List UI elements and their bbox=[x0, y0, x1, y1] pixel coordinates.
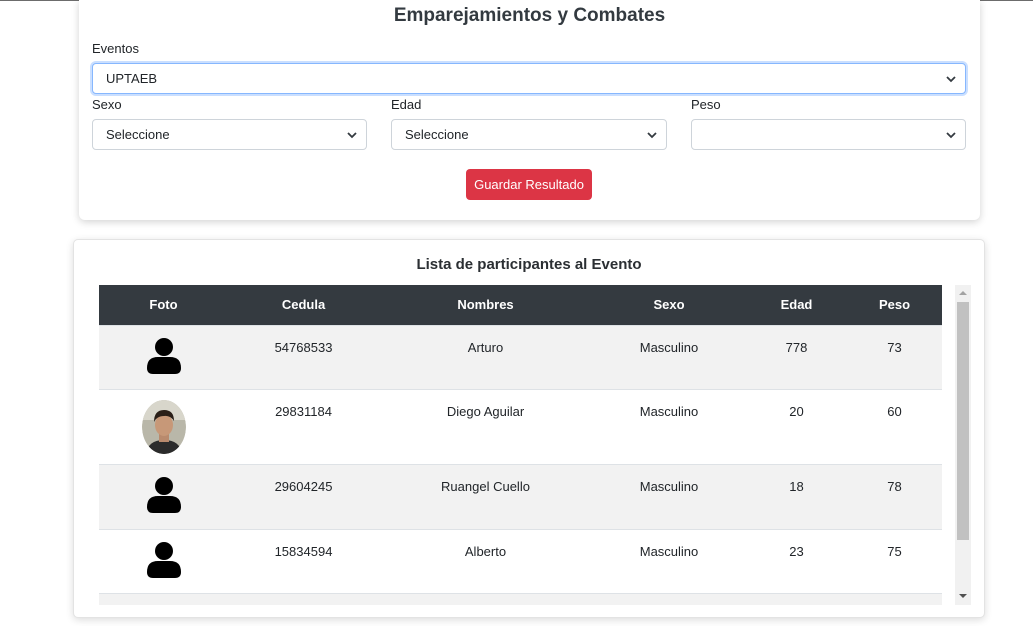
sexo-cell: Masculino bbox=[592, 324, 746, 389]
foto-cell bbox=[99, 324, 228, 389]
table-row[interactable] bbox=[99, 592, 942, 605]
column-header-peso: Peso bbox=[847, 285, 942, 325]
sexo-cell: Masculino bbox=[592, 463, 746, 529]
save-result-button[interactable]: Guardar Resultado bbox=[466, 169, 592, 200]
scroll-down-icon[interactable] bbox=[959, 592, 967, 600]
cedula-cell: 15834594 bbox=[228, 528, 379, 593]
table-header-row: Foto Cedula Nombres Sexo Edad Peso bbox=[99, 285, 942, 325]
chevron-down-icon bbox=[647, 132, 657, 139]
peso-cell: 78 bbox=[847, 463, 942, 529]
nombre-cell: Ruangel Cuello bbox=[379, 463, 592, 529]
eventos-label: Eventos bbox=[92, 41, 139, 56]
user-icon bbox=[146, 337, 181, 374]
column-header-foto: Foto bbox=[99, 285, 228, 325]
edad-cell: 778 bbox=[746, 324, 847, 389]
edad-select-value: Seleccione bbox=[405, 127, 469, 142]
peso-label: Peso bbox=[691, 97, 721, 112]
cedula-cell: 54768533 bbox=[228, 324, 379, 389]
edad-select[interactable]: Seleccione bbox=[391, 119, 667, 150]
cedula-cell: 29604245 bbox=[228, 463, 379, 529]
participants-table-container[interactable]: Foto Cedula Nombres Sexo Edad Peso 54768… bbox=[99, 285, 942, 605]
scrollbar-thumb[interactable] bbox=[957, 302, 969, 540]
pairing-form-card: Emparejamientos y Combates Eventos UPTAE… bbox=[79, 0, 980, 220]
edad-cell: 23 bbox=[746, 528, 847, 593]
table-row[interactable]: 15834594 Alberto Masculino 23 75 bbox=[99, 528, 942, 593]
peso-cell: 75 bbox=[847, 528, 942, 593]
peso-select[interactable] bbox=[691, 119, 966, 150]
foto-cell bbox=[99, 388, 228, 464]
chevron-down-icon bbox=[946, 76, 956, 83]
sexo-cell: Masculino bbox=[592, 528, 746, 593]
sexo-select[interactable]: Seleccione bbox=[92, 119, 367, 150]
nombre-cell: Arturo bbox=[379, 324, 592, 389]
edad-cell: 18 bbox=[746, 463, 847, 529]
column-header-edad: Edad bbox=[746, 285, 847, 325]
page-title: Emparejamientos y Combates bbox=[393, 5, 666, 26]
profile-photo bbox=[141, 399, 186, 454]
peso-cell: 60 bbox=[847, 388, 942, 464]
user-icon bbox=[146, 541, 181, 578]
table-row[interactable]: 29604245 Ruangel Cuello Masculino 18 78 bbox=[99, 463, 942, 529]
table-scrollbar[interactable] bbox=[955, 285, 971, 605]
eventos-select-value: UPTAEB bbox=[106, 71, 158, 86]
edad-label: Edad bbox=[391, 97, 422, 112]
column-header-cedula: Cedula bbox=[228, 285, 379, 325]
participants-table: Foto Cedula Nombres Sexo Edad Peso 54768… bbox=[99, 285, 942, 605]
nombre-cell: Diego Aguilar bbox=[379, 388, 592, 464]
table-row[interactable]: 29831184 Diego Aguilar Masculino 20 60 bbox=[99, 388, 942, 464]
cedula-cell: 29831184 bbox=[228, 388, 379, 464]
scroll-up-icon[interactable] bbox=[959, 289, 967, 297]
eventos-select[interactable]: UPTAEB bbox=[92, 63, 966, 94]
foto-cell bbox=[99, 463, 228, 529]
user-icon bbox=[146, 476, 181, 513]
sexo-select-value: Seleccione bbox=[106, 127, 170, 142]
foto-cell bbox=[99, 528, 228, 593]
column-header-nombres: Nombres bbox=[379, 285, 592, 325]
chevron-down-icon bbox=[347, 132, 357, 139]
column-header-sexo: Sexo bbox=[592, 285, 746, 325]
participants-card: Lista de participantes al Evento Foto Ce… bbox=[73, 239, 985, 618]
peso-cell: 73 bbox=[847, 324, 942, 389]
chevron-down-icon bbox=[946, 132, 956, 139]
sexo-label: Sexo bbox=[92, 97, 122, 112]
table-row[interactable]: 54768533 Arturo Masculino 778 73 bbox=[99, 324, 942, 389]
participants-title: Lista de participantes al Evento bbox=[416, 256, 642, 273]
edad-cell: 20 bbox=[746, 388, 847, 464]
sexo-cell: Masculino bbox=[592, 388, 746, 464]
nombre-cell: Alberto bbox=[379, 528, 592, 593]
